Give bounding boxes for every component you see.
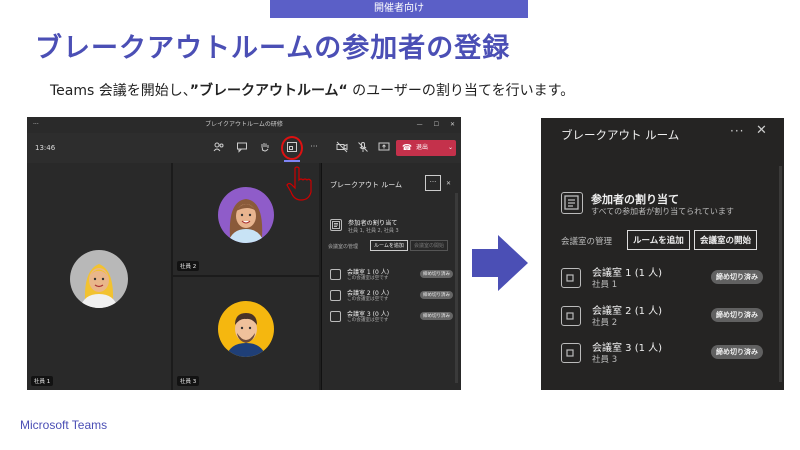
participant-tile-1[interactable]: 社員 1 bbox=[27, 163, 171, 390]
side-panel-scrollbar[interactable] bbox=[455, 193, 458, 383]
room-closed-badge: 締め切り済み bbox=[420, 270, 453, 278]
room-name: 会議室 3 (1 人) bbox=[592, 343, 663, 354]
room-icon bbox=[330, 269, 341, 280]
room-management-label: 会議室の管理 bbox=[328, 244, 359, 250]
breakout-scrollbar[interactable] bbox=[779, 166, 782, 382]
room-list-item[interactable]: 会議室 1 (1 人) 社員 1 締め切り済み bbox=[561, 264, 771, 294]
subtitle-text-pre: Teams 会議を開始し、 bbox=[50, 83, 190, 99]
room-list-item[interactable]: 会議室 2 (0 人) この会議室は空です 締め切り済み bbox=[330, 288, 458, 306]
tile-label-1: 社員 1 bbox=[31, 376, 54, 386]
assign-participants-status: すべての参加者が割り当てられています bbox=[591, 207, 734, 216]
meeting-window: ··· ブレイクアウトルームの研修 — ☐ ✕ 13:46 ··· ☎ 退出 ⌄… bbox=[27, 117, 461, 390]
camera-off-icon[interactable] bbox=[336, 141, 348, 153]
room-name: 会議室 1 (1 人) bbox=[592, 268, 663, 279]
side-panel-more-button[interactable]: ··· bbox=[425, 175, 441, 191]
assign-participants-title[interactable]: 参加者の割り当て bbox=[348, 218, 398, 227]
subtitle-text-post: のユーザーの割り当てを行います。 bbox=[347, 83, 575, 99]
breakout-more-button[interactable]: ··· bbox=[730, 124, 744, 138]
share-screen-icon[interactable] bbox=[378, 141, 390, 153]
maximize-icon[interactable]: ☐ bbox=[434, 117, 439, 133]
room-list-item[interactable]: 会議室 3 (1 人) 社員 3 締め切り済み bbox=[561, 339, 771, 369]
leave-button[interactable]: ☎ 退出 ⌄ bbox=[396, 140, 456, 156]
video-stage: 社員 1 社員 2 社員 3 bbox=[27, 163, 319, 390]
breakout-close-icon[interactable]: ✕ bbox=[756, 123, 767, 138]
room-name: 会議室 2 (1 人) bbox=[592, 306, 663, 317]
room-status: この会議室は空です bbox=[347, 276, 389, 281]
room-list-item[interactable]: 会議室 1 (0 人) この会議室は空です 締め切り済み bbox=[330, 267, 458, 285]
cursor-hand-icon bbox=[286, 166, 312, 201]
avatar-3 bbox=[218, 301, 274, 357]
assign-participants-icon[interactable] bbox=[561, 192, 583, 214]
room-closed-badge: 締め切り済み bbox=[420, 291, 453, 299]
page-title: ブレークアウトルームの参加者の登録 bbox=[35, 33, 511, 64]
assign-participants-icon[interactable] bbox=[330, 219, 342, 231]
mic-off-icon[interactable] bbox=[357, 141, 369, 153]
room-icon bbox=[330, 290, 341, 301]
side-panel-title: ブレークアウト ルーム bbox=[330, 181, 403, 189]
room-icon bbox=[561, 343, 581, 363]
avatar-1 bbox=[70, 250, 128, 308]
room-icon bbox=[330, 311, 341, 322]
assign-participants-sub: 社員 1, 社員 2, 社員 3 bbox=[348, 228, 399, 234]
leave-label: 退出 bbox=[416, 144, 429, 151]
tile-label-2: 社員 2 bbox=[177, 261, 200, 271]
room-list-item[interactable]: 会議室 2 (1 人) 社員 2 締め切り済み bbox=[561, 302, 771, 332]
assign-participants-title[interactable]: 参加者の割り当て bbox=[591, 191, 679, 207]
room-status: この会議室は空です bbox=[347, 297, 389, 302]
meeting-clock: 13:46 bbox=[35, 144, 56, 152]
room-icon bbox=[561, 268, 581, 288]
meeting-toolbar: 13:46 ··· ☎ 退出 ⌄ bbox=[27, 133, 461, 163]
room-list-item[interactable]: 会議室 3 (0 人) この会議室は空です 締め切り済み bbox=[330, 309, 458, 327]
breakout-panel-title: ブレークアウト ルーム bbox=[561, 128, 680, 142]
chevron-down-icon[interactable]: ⌄ bbox=[448, 140, 453, 156]
arrow-right-icon bbox=[472, 235, 528, 291]
participants-icon[interactable] bbox=[213, 141, 225, 153]
add-room-button[interactable]: ルームを追加 bbox=[370, 240, 408, 251]
more-actions-icon[interactable]: ··· bbox=[308, 141, 320, 153]
start-rooms-button[interactable]: 会議室の開始 bbox=[694, 230, 758, 250]
room-closed-badge: 締め切り済み bbox=[420, 312, 453, 320]
room-member: 社員 3 bbox=[592, 355, 618, 365]
tile-label-3: 社員 3 bbox=[177, 376, 200, 386]
breakout-panel-enlarged: ブレークアウト ルーム ··· ✕ 参加者の割り当て すべての参加者が割り当てら… bbox=[541, 118, 784, 390]
highlight-circle bbox=[281, 136, 303, 160]
subtitle-emphasis: ”ブレークアウトルーム“ bbox=[189, 83, 348, 99]
room-closed-badge: 締め切り済み bbox=[711, 308, 763, 322]
breakout-side-panel: ブレークアウト ルーム ··· ✕ 参加者の割り当て 社員 1, 社員 2, 社… bbox=[321, 163, 461, 390]
room-icon bbox=[561, 306, 581, 326]
room-member: 社員 1 bbox=[592, 280, 618, 290]
close-window-icon[interactable]: ✕ bbox=[450, 117, 455, 133]
add-room-button[interactable]: ルームを追加 bbox=[627, 230, 690, 250]
window-title-bar: ··· ブレイクアウトルームの研修 — ☐ ✕ bbox=[27, 117, 461, 133]
avatar-2 bbox=[218, 187, 274, 243]
raise-hand-icon[interactable] bbox=[259, 141, 271, 153]
meeting-title: ブレイクアウトルームの研修 bbox=[205, 121, 283, 128]
page-subtitle: Teams 会議を開始し、”ブレークアウトルーム“ のユーザーの割り当てを行いま… bbox=[50, 80, 574, 100]
active-tab-indicator bbox=[284, 160, 300, 162]
start-rooms-button[interactable]: 会議室の開始 bbox=[410, 240, 449, 251]
chat-icon[interactable] bbox=[236, 141, 248, 153]
side-panel-close-icon[interactable]: ✕ bbox=[446, 180, 451, 187]
room-member: 社員 2 bbox=[592, 318, 618, 328]
participant-tile-3[interactable]: 社員 3 bbox=[173, 277, 319, 390]
room-status: この会議室は空です bbox=[347, 318, 389, 323]
room-management-label: 会議室の管理 bbox=[561, 237, 613, 247]
brand-footer: Microsoft Teams bbox=[20, 418, 108, 432]
room-closed-badge: 締め切り済み bbox=[711, 345, 763, 359]
audience-tag: 開催者向け bbox=[270, 0, 528, 18]
minimize-icon[interactable]: — bbox=[417, 117, 423, 133]
phone-hangup-icon: ☎ bbox=[402, 143, 412, 152]
room-closed-badge: 締め切り済み bbox=[711, 270, 763, 284]
